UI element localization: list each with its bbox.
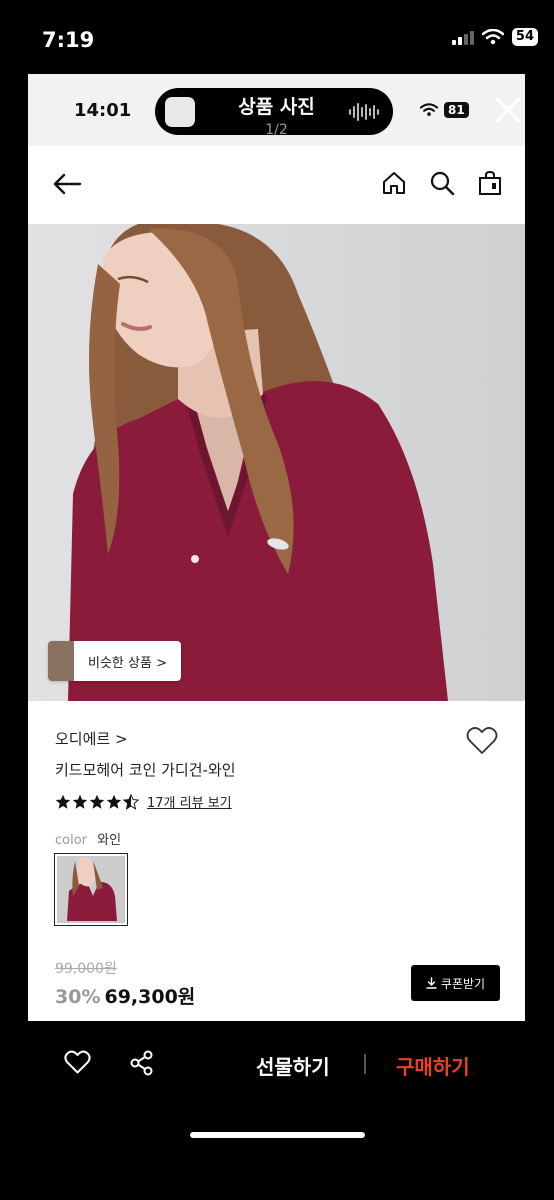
bottom-action-bar: 선물하기 구매하기 bbox=[0, 1021, 554, 1200]
viewer-title: 상품 사진 bbox=[238, 96, 315, 118]
viewer-counter: 1/2 bbox=[265, 122, 288, 138]
heart-icon[interactable] bbox=[64, 1050, 91, 1075]
coupon-label: 쿠폰받기 bbox=[440, 976, 486, 991]
similar-products-label: 비슷한 상품 > bbox=[88, 655, 167, 671]
gift-button[interactable]: 선물하기 bbox=[256, 1051, 330, 1080]
star-icon bbox=[106, 794, 122, 809]
rating-row: 17개 리뷰 보기 bbox=[55, 792, 232, 811]
os-status-bar: 7:19 54 bbox=[0, 0, 554, 74]
nav-actions bbox=[381, 170, 503, 196]
similar-thumbnail bbox=[48, 641, 74, 681]
wifi-icon bbox=[481, 29, 504, 45]
heart-icon[interactable] bbox=[466, 726, 498, 756]
discount-rate: 30% bbox=[55, 986, 101, 1008]
share-icon[interactable] bbox=[129, 1050, 155, 1076]
original-price: 99,000원 bbox=[55, 961, 117, 977]
product-name: 키드모헤어 코인 가디건-와인 bbox=[55, 761, 236, 779]
battery-indicator: 54 bbox=[511, 28, 538, 46]
search-icon[interactable] bbox=[429, 170, 455, 196]
app-navbar bbox=[28, 146, 525, 224]
sale-price: 69,300원 bbox=[104, 986, 196, 1008]
shopping-bag-icon[interactable] bbox=[477, 170, 503, 196]
close-icon[interactable] bbox=[494, 96, 522, 124]
color-swatch[interactable] bbox=[54, 853, 128, 926]
download-icon bbox=[426, 977, 437, 989]
swatch-thumbnail bbox=[57, 856, 123, 921]
coupon-button[interactable]: 쿠폰받기 bbox=[411, 965, 500, 1001]
home-icon[interactable] bbox=[381, 170, 407, 196]
price-row: 30% 69,300원 bbox=[55, 982, 195, 1009]
star-icon bbox=[89, 794, 105, 809]
model-illustration bbox=[28, 224, 525, 701]
os-status-icons: 54 bbox=[451, 28, 538, 46]
buy-button[interactable]: 구매하기 bbox=[396, 1051, 470, 1080]
brand-link[interactable]: 오디에르 > bbox=[55, 728, 128, 749]
color-row: color 와인 bbox=[55, 829, 121, 848]
color-label: color bbox=[55, 833, 88, 848]
star-rating bbox=[55, 793, 139, 810]
review-link[interactable]: 17개 리뷰 보기 bbox=[147, 792, 232, 811]
product-screenshot: 14:01 81 상품 사진 1/2 비슷한 상품 > 오디에르 > 키드모헤어… bbox=[28, 74, 525, 1021]
star-icon bbox=[72, 794, 88, 809]
os-time: 7:19 bbox=[42, 28, 95, 52]
star-icon bbox=[55, 794, 71, 809]
similar-products-button[interactable]: 비슷한 상품 > bbox=[48, 641, 181, 681]
color-value: 와인 bbox=[97, 833, 122, 848]
product-photo[interactable]: 비슷한 상품 > bbox=[28, 224, 525, 701]
home-indicator[interactable] bbox=[190, 1132, 365, 1138]
divider bbox=[364, 1054, 366, 1074]
half-star-icon bbox=[123, 793, 139, 810]
back-arrow-icon[interactable] bbox=[52, 172, 82, 196]
signal-icon bbox=[451, 29, 474, 45]
